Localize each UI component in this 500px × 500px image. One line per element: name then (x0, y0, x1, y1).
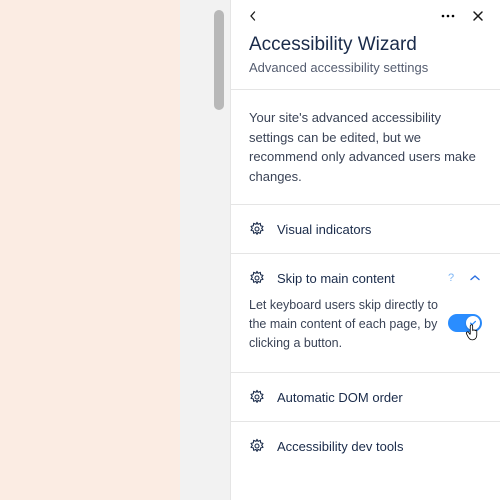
accessibility-panel: Accessibility Wizard Advanced accessibil… (230, 0, 500, 500)
section-label: Automatic DOM order (277, 390, 482, 405)
scrollbar-thumb[interactable] (214, 10, 224, 110)
page-canvas (0, 0, 180, 500)
info-text: Your site's advanced accessibility setti… (231, 90, 500, 204)
panel-header: Accessibility Wizard Advanced accessibil… (231, 28, 500, 89)
gear-icon (249, 221, 265, 237)
section-label: Skip to main content (277, 271, 432, 286)
help-icon[interactable]: ? (444, 272, 458, 284)
section-description: Let keyboard users skip directly to the … (249, 296, 438, 352)
close-button[interactable] (470, 8, 486, 24)
panel-title: Accessibility Wizard (249, 34, 482, 56)
section-visual-indicators[interactable]: Visual indicators (231, 205, 500, 253)
cursor-pointer-icon (462, 322, 484, 344)
section-label: Accessibility dev tools (277, 439, 482, 454)
close-icon (472, 10, 484, 22)
more-button[interactable] (440, 8, 456, 24)
back-button[interactable] (245, 8, 261, 24)
gear-icon (249, 438, 265, 454)
chevron-up-icon (468, 271, 482, 285)
gear-icon (249, 270, 265, 286)
section-skip-body: Let keyboard users skip directly to the … (231, 296, 500, 372)
gear-icon (249, 389, 265, 405)
more-icon (441, 14, 455, 18)
section-dev-tools[interactable]: Accessibility dev tools (231, 422, 500, 470)
section-dom-order[interactable]: Automatic DOM order (231, 373, 500, 421)
chevron-left-icon (248, 11, 258, 21)
section-skip-to-content[interactable]: Skip to main content ? (231, 254, 500, 296)
panel-topbar (231, 0, 500, 28)
section-label: Visual indicators (277, 222, 482, 237)
panel-subtitle: Advanced accessibility settings (249, 60, 482, 75)
